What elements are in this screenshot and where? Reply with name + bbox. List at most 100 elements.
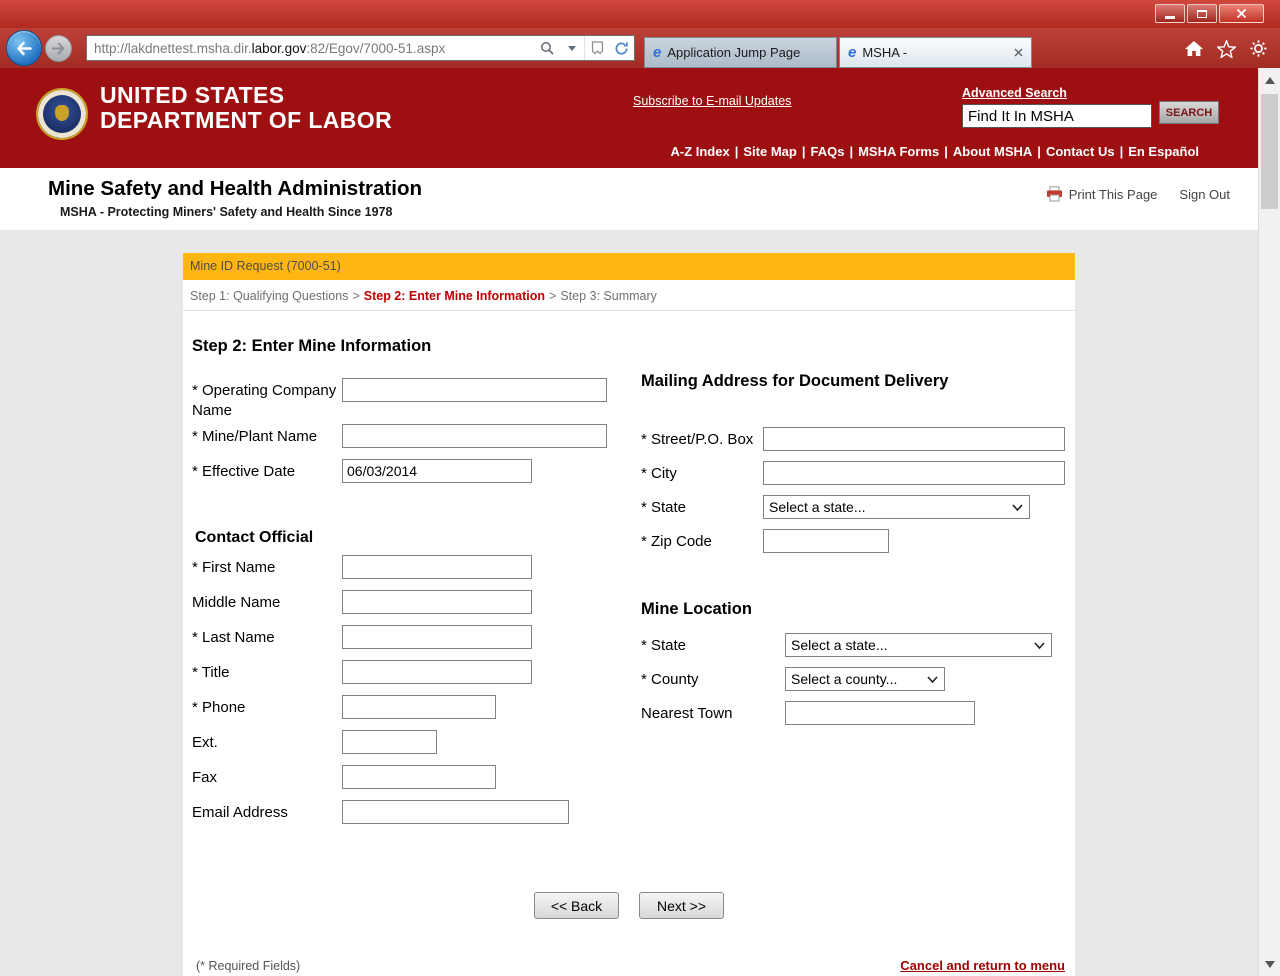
ext-row: Ext. <box>192 730 635 754</box>
nav-az-index[interactable]: A-Z Index <box>670 144 729 159</box>
fax-input[interactable] <box>342 765 496 789</box>
agency-name: UNITED STATES DEPARTMENT OF LABOR <box>100 83 392 133</box>
mine-plant-label: * Mine/Plant Name <box>192 424 342 448</box>
required-fields-note: (* Required Fields) <box>196 959 300 973</box>
breadcrumb-step3: Step 3: Summary <box>560 289 657 303</box>
ext-label: Ext. <box>192 730 342 754</box>
zip-label: * Zip Code <box>641 529 763 553</box>
nearest-town-input[interactable] <box>785 701 975 725</box>
fax-label: Fax <box>192 765 342 789</box>
address-dropdown-icon[interactable] <box>559 36 584 60</box>
location-state-row: * State Select a state... <box>635 633 1075 657</box>
agency-line2: DEPARTMENT OF LABOR <box>100 108 392 133</box>
email-input[interactable] <box>342 800 569 824</box>
next-step-button[interactable]: Next >> <box>639 892 724 919</box>
forward-button[interactable] <box>45 35 72 62</box>
breadcrumb-step1[interactable]: Step 1: Qualifying Questions <box>190 289 348 303</box>
scroll-down-arrow[interactable] <box>1259 954 1280 974</box>
mailing-state-select[interactable]: Select a state... <box>763 495 1030 519</box>
operating-company-row: * Operating Company Name <box>192 378 635 421</box>
back-step-button[interactable]: << Back <box>534 892 619 919</box>
title-label: * Title <box>192 660 342 684</box>
county-label: * County <box>641 667 785 691</box>
gear-icon[interactable] <box>1249 39 1268 63</box>
maximize-button[interactable] <box>1187 4 1217 23</box>
scroll-up-arrow[interactable] <box>1259 70 1280 90</box>
nav-msha-forms[interactable]: MSHA Forms <box>858 144 939 159</box>
street-input[interactable] <box>763 427 1065 451</box>
operating-company-input[interactable] <box>342 378 607 402</box>
find-it-search-input[interactable] <box>962 104 1152 128</box>
tab-close-icon[interactable] <box>1014 48 1023 57</box>
msha-bar-actions: Print This Page Sign Out <box>1046 186 1230 202</box>
subscribe-link[interactable]: Subscribe to E-mail Updates <box>633 94 791 108</box>
close-button[interactable] <box>1219 4 1264 23</box>
nav-site-map[interactable]: Site Map <box>743 144 796 159</box>
county-select[interactable]: Select a county... <box>785 667 945 691</box>
location-state-select[interactable]: Select a state... <box>785 633 1052 657</box>
advanced-search-link[interactable]: Advanced Search <box>962 86 1067 100</box>
search-button[interactable]: SEARCH <box>1159 101 1219 124</box>
effective-date-input[interactable] <box>342 459 532 483</box>
form-columns: * Operating Company Name * Mine/Plant Na… <box>183 378 1075 835</box>
nav-faqs[interactable]: FAQs <box>810 144 844 159</box>
middle-name-input[interactable] <box>342 590 532 614</box>
nav-en-espanol[interactable]: En Español <box>1128 144 1199 159</box>
ext-input[interactable] <box>342 730 437 754</box>
mine-plant-input[interactable] <box>342 424 607 448</box>
zip-row: * Zip Code <box>635 529 1075 553</box>
title-input[interactable] <box>342 660 532 684</box>
refresh-icon[interactable] <box>609 36 634 60</box>
form-banner: Mine ID Request (7000-51) <box>183 253 1075 280</box>
nav-contact-us[interactable]: Contact Us <box>1046 144 1115 159</box>
mine-plant-row: * Mine/Plant Name <box>192 424 635 448</box>
form-footer: (* Required Fields) Cancel and return to… <box>196 958 1065 973</box>
city-row: * City <box>635 461 1075 485</box>
home-icon[interactable] <box>1184 40 1204 62</box>
search-icon[interactable] <box>534 36 559 60</box>
first-name-label: * First Name <box>192 555 342 579</box>
breadcrumb: Step 1: Qualifying Questions>Step 2: Ent… <box>183 280 1075 311</box>
agency-line1: UNITED STATES <box>100 83 392 108</box>
window-controls <box>1153 4 1264 23</box>
breadcrumb-step2: Step 2: Enter Mine Information <box>364 289 545 303</box>
address-bar[interactable]: http://lakdnettest.msha.dir.labor.gov:82… <box>86 35 635 61</box>
chevron-down-icon <box>1012 504 1023 511</box>
phone-input[interactable] <box>342 695 496 719</box>
scrollbar-thumb[interactable] <box>1261 94 1278 209</box>
back-button[interactable] <box>6 30 42 66</box>
zip-input[interactable] <box>763 529 889 553</box>
nav-about-msha[interactable]: About MSHA <box>953 144 1032 159</box>
city-input[interactable] <box>763 461 1065 485</box>
printer-icon <box>1046 186 1063 202</box>
close-icon <box>1236 8 1247 19</box>
left-column: * Operating Company Name * Mine/Plant Na… <box>192 378 635 835</box>
first-name-input[interactable] <box>342 555 532 579</box>
phone-label: * Phone <box>192 695 342 719</box>
mailing-address-heading: Mailing Address for Document Delivery <box>641 372 1075 391</box>
cancel-return-link[interactable]: Cancel and return to menu <box>900 958 1065 973</box>
msha-bar: Mine Safety and Health Administration MS… <box>0 168 1258 230</box>
mine-id-request-form: Mine ID Request (7000-51) Step 1: Qualif… <box>183 253 1075 976</box>
favorites-star-icon[interactable] <box>1217 40 1236 63</box>
tab-application-jump-page[interactable]: e Application Jump Page <box>644 37 837 68</box>
location-state-label: * State <box>641 633 785 657</box>
print-this-page-link[interactable]: Print This Page <box>1046 186 1158 202</box>
window-titlebar <box>0 0 1280 28</box>
vertical-scrollbar[interactable] <box>1258 68 1280 976</box>
city-label: * City <box>641 461 763 485</box>
minimize-button[interactable] <box>1155 4 1185 23</box>
top-nav: A-Z Index|Site Map|FAQs|MSHA Forms|About… <box>670 144 1199 159</box>
sign-out-link[interactable]: Sign Out <box>1179 187 1230 202</box>
email-row: Email Address <box>192 800 635 824</box>
fax-row: Fax <box>192 765 635 789</box>
chevron-down-icon <box>1034 642 1045 649</box>
compatibility-view-icon[interactable] <box>584 36 609 60</box>
nearest-town-label: Nearest Town <box>641 701 785 725</box>
forward-arrow-icon <box>51 42 66 55</box>
title-row: * Title <box>192 660 635 684</box>
last-name-input[interactable] <box>342 625 532 649</box>
tab-msha[interactable]: e MSHA - <box>839 37 1032 68</box>
site-tagline: MSHA - Protecting Miners' Safety and Hea… <box>60 205 392 219</box>
phone-row: * Phone <box>192 695 635 719</box>
